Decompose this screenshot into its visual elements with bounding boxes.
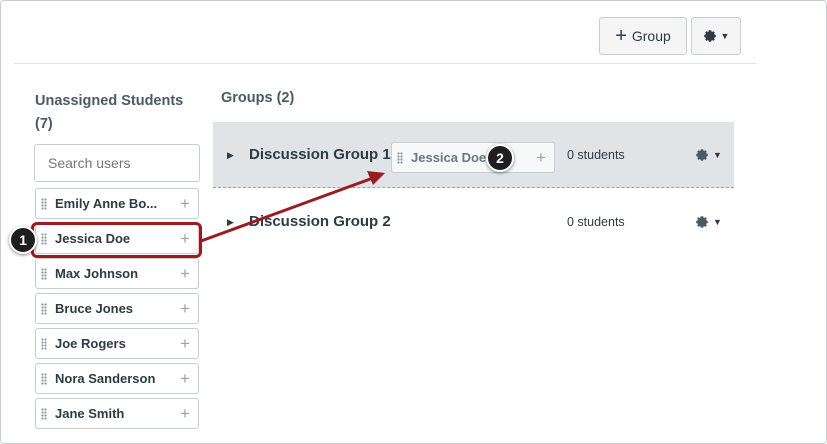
- student-name: Jane Smith: [55, 406, 125, 421]
- drag-handle-icon[interactable]: [41, 302, 47, 315]
- settings-menu-button[interactable]: ▼: [691, 17, 741, 55]
- student-name: Emily Anne Bo...: [55, 196, 158, 211]
- group-student-count: 0 students: [567, 215, 625, 229]
- caret-down-icon: ▼: [713, 150, 722, 160]
- student-item[interactable]: Max Johnson +: [35, 258, 199, 289]
- student-name: Max Johnson: [55, 266, 139, 281]
- add-student-icon[interactable]: +: [172, 265, 198, 282]
- drag-handle-icon[interactable]: [41, 337, 47, 350]
- add-student-icon: +: [536, 148, 546, 167]
- group-settings-button[interactable]: ▼: [695, 148, 722, 162]
- add-group-label: Group: [631, 28, 671, 44]
- search-users-input[interactable]: [34, 144, 200, 182]
- gear-icon: [703, 30, 716, 42]
- gear-icon: [696, 216, 708, 228]
- caret-down-icon: ▼: [713, 217, 722, 227]
- drag-handle-icon[interactable]: [41, 267, 47, 280]
- group-settings-button[interactable]: ▼: [695, 215, 722, 229]
- add-student-icon[interactable]: +: [172, 300, 198, 317]
- callout-badge-2: 2: [486, 144, 514, 172]
- add-student-icon[interactable]: +: [172, 335, 198, 352]
- drag-handle-icon[interactable]: [397, 151, 403, 164]
- group-name: Discussion Group 1: [249, 146, 391, 163]
- group-row[interactable]: ▶ Discussion Group 2 0 students ▼: [213, 189, 734, 255]
- add-group-button[interactable]: + Group: [599, 17, 687, 55]
- expand-arrow-icon[interactable]: ▶: [227, 217, 234, 228]
- drag-handle-icon[interactable]: [41, 197, 47, 210]
- groups-page: + Group ▼ Unassigned Students (7) Emily …: [0, 0, 827, 444]
- student-item[interactable]: Nora Sanderson +: [35, 363, 199, 394]
- gear-icon: [696, 149, 708, 161]
- student-item[interactable]: Jane Smith +: [35, 398, 199, 429]
- group-student-count: 0 students: [567, 148, 625, 162]
- add-student-icon[interactable]: +: [172, 405, 198, 422]
- student-item[interactable]: Emily Anne Bo... +: [35, 188, 199, 219]
- drag-handle-icon[interactable]: [41, 407, 47, 420]
- dragging-student-chip[interactable]: Jessica Doe +: [391, 142, 555, 173]
- add-student-icon[interactable]: +: [172, 195, 198, 212]
- group-name: Discussion Group 2: [249, 213, 391, 230]
- student-name: Nora Sanderson: [55, 371, 156, 386]
- callout-badge-1: 1: [9, 226, 37, 254]
- student-item[interactable]: Joe Rogers +: [35, 328, 199, 359]
- caret-down-icon: ▼: [720, 31, 730, 41]
- unassigned-students-heading: Unassigned Students (7): [35, 93, 184, 132]
- highlight-box: [31, 222, 202, 258]
- drag-handle-icon[interactable]: [41, 372, 47, 385]
- student-name: Bruce Jones: [55, 301, 134, 316]
- add-student-icon[interactable]: +: [172, 370, 198, 387]
- student-item[interactable]: Bruce Jones +: [35, 293, 199, 324]
- plus-icon: +: [615, 25, 627, 47]
- groups-heading: Groups (2): [221, 90, 295, 106]
- expand-arrow-icon[interactable]: ▶: [227, 150, 234, 161]
- toolbar-divider: [14, 63, 756, 64]
- student-name: Joe Rogers: [55, 336, 126, 351]
